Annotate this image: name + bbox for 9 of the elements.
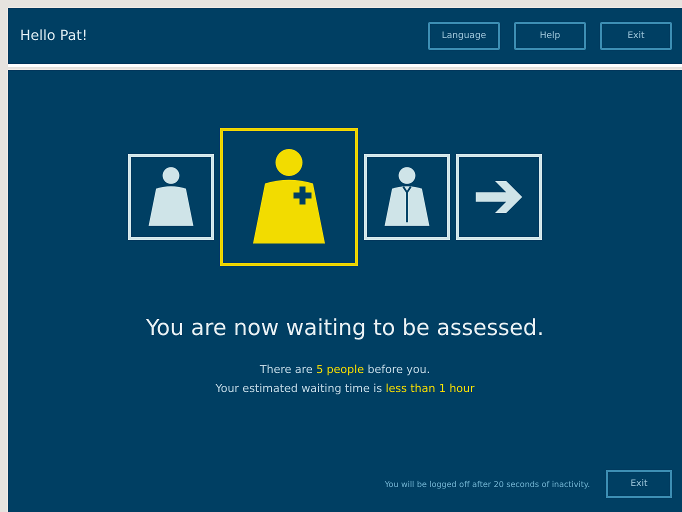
logout-notice: You will be logged off after 20 seconds of inactivity. <box>384 480 590 488</box>
header-button[interactable]: Exit <box>600 22 672 50</box>
greeting: Hello Pat! <box>20 28 88 44</box>
status-heading: You are now waiting to be assessed. <box>146 316 544 341</box>
header-button[interactable]: Language <box>428 22 500 50</box>
info-text: Your estimated waiting time is less than 1 hour <box>215 382 475 395</box>
exit-button[interactable]: Exit <box>606 470 672 498</box>
header-button[interactable]: Help <box>514 22 586 50</box>
info-text: There are 5 people before you. <box>260 363 430 376</box>
